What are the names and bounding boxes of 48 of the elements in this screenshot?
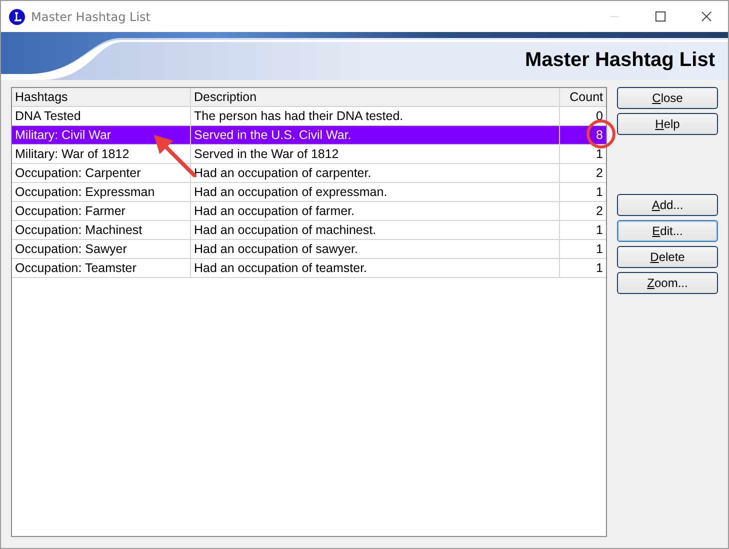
column-header[interactable]: Hashtags <box>12 88 191 106</box>
table-row[interactable]: Occupation: Machinest Had an occupation of machinest. 1 <box>12 221 606 240</box>
table-cell: Had an occupation of teamster. <box>191 259 560 277</box>
table-cell-text: 0 <box>595 108 604 125</box>
maximize-icon[interactable] <box>655 11 666 22</box>
close-icon[interactable] <box>701 11 712 22</box>
table-cell-text: 2 <box>595 165 604 182</box>
table-cell-text: 1 <box>595 260 604 277</box>
table-cell: Served in the U.S. Civil War. <box>191 126 560 144</box>
column-header[interactable]: Count <box>560 88 606 106</box>
table-cell: Had an occupation of farmer. <box>191 202 560 220</box>
window-title: Master Hashtag List <box>31 10 150 24</box>
table-cell: Had an occupation of machinest. <box>191 221 560 239</box>
table-cell-text: 1 <box>595 184 604 201</box>
table-cell: The person has had their DNA tested. <box>191 107 560 125</box>
table-cell: Occupation: Farmer <box>12 202 191 220</box>
table-cell: Had an occupation of carpenter. <box>191 164 560 182</box>
table-cell-text: 1 <box>595 146 604 163</box>
dialog-button[interactable]: Help <box>617 113 718 135</box>
table-cell: Had an occupation of sawyer. <box>191 240 560 258</box>
table-cell: DNA Tested <box>12 107 191 125</box>
app-logo-icon <box>9 8 25 24</box>
table-row[interactable]: Military: War of 1812 Served in the War of 1812 1 <box>12 145 606 164</box>
dialog-button[interactable]: Delete <box>617 246 718 268</box>
annotation-circle <box>586 119 616 149</box>
table-cell: Occupation: Expressman <box>12 183 191 201</box>
table-cell: Occupation: Sawyer <box>12 240 191 258</box>
table-row[interactable]: Occupation: Expressman Had an occupation of expressman. 1 <box>12 183 606 202</box>
column-header[interactable]: Description <box>191 88 560 106</box>
table-row[interactable]: Occupation: Teamster Had an occupation of teamster. 1 <box>12 259 606 278</box>
dialog-button[interactable]: Edit... <box>617 220 718 242</box>
dialog-button[interactable]: Close <box>617 87 718 109</box>
table-row[interactable]: Military: Civil War Served in the U.S. Civil War. 8 <box>12 126 606 145</box>
table-row[interactable]: Occupation: Farmer Had an occupation of farmer. 2 <box>12 202 606 221</box>
table-cell: Occupation: Teamster <box>12 259 191 277</box>
table-cell-text: 8 <box>595 127 604 144</box>
table-cell: Served in the War of 1812 <box>191 145 560 163</box>
table-cell: Occupation: Carpenter <box>12 164 191 182</box>
table-cell-text: 1 <box>595 241 604 258</box>
dialog-button[interactable]: Zoom... <box>617 272 718 294</box>
dialog-button[interactable]: Add... <box>617 194 718 216</box>
table-row[interactable]: Occupation: Carpenter Had an occupation of carpenter. 2 <box>12 164 606 183</box>
table-cell-text: 1 <box>595 222 604 239</box>
table-cell: Occupation: Machinest <box>12 221 191 239</box>
table-cell-text: 2 <box>595 203 604 220</box>
table-cell: Had an occupation of expressman. <box>191 183 560 201</box>
banner-title: Master Hashtag List <box>524 48 715 72</box>
table-row[interactable]: Occupation: Sawyer Had an occupation of sawyer. 1 <box>12 240 606 259</box>
